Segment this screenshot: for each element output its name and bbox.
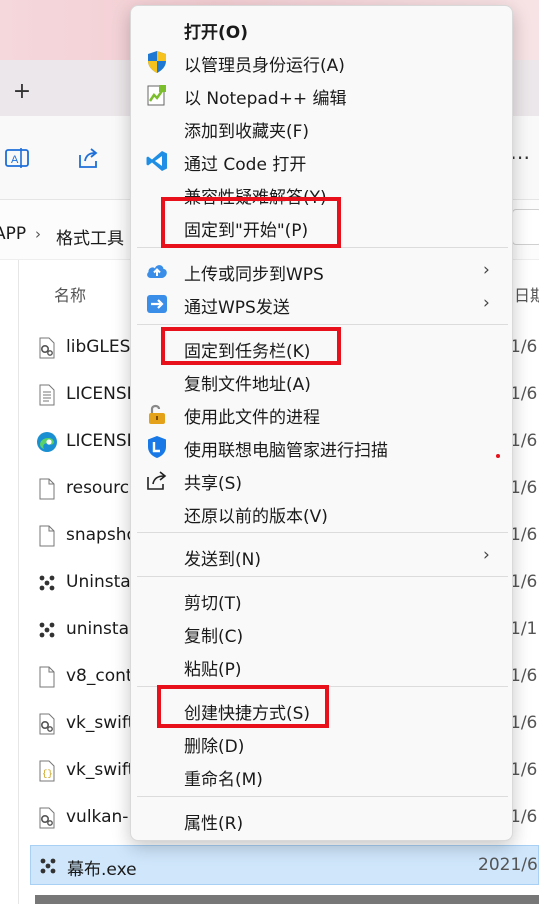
menu-item-13[interactable]: 使用联想电脑管家进行扫描 — [131, 430, 514, 463]
edge-icon — [36, 431, 58, 453]
chevron-right-icon: › — [483, 545, 490, 565]
file-date: 1/6 — [510, 666, 538, 686]
file-name: 幕布.exe — [67, 860, 137, 880]
menu-item-3[interactable]: 以 Notepad++ 编辑 — [131, 78, 514, 111]
file-date: 1/1 — [510, 619, 538, 639]
file-name: LICENSE — [66, 431, 138, 451]
menu-item-label: 共享(S) — [184, 474, 243, 494]
menu-item-15[interactable]: 还原以前的版本(V) — [131, 496, 514, 529]
highlight-box — [161, 197, 341, 248]
menu-item-label: 以 Notepad++ 编辑 — [184, 89, 347, 109]
breadcrumb-format-tools[interactable]: 格式工具 — [56, 224, 124, 249]
menu-item-9[interactable]: 通过WPS发送 › — [131, 287, 514, 320]
chevron-right-icon: › — [483, 260, 490, 280]
file-date: 1/6 — [510, 713, 538, 733]
lenovo-shield-icon — [145, 435, 169, 459]
blank-file-icon — [36, 478, 58, 500]
menu-item-label: 添加到收藏夹(F) — [184, 122, 310, 142]
menu-item-label: 通过 Code 打开 — [184, 155, 307, 175]
file-date: 1/6 — [510, 478, 538, 498]
menu-item-14[interactable]: 共享(S) — [131, 463, 514, 496]
menu-item-label: 属性(R) — [184, 814, 244, 834]
menu-item-label: 重命名(M) — [184, 770, 263, 790]
menu-item-22[interactable]: 重命名(M) — [131, 759, 514, 792]
breadcrumb-app[interactable]: APP — [0, 224, 26, 244]
highlight-box — [157, 685, 329, 728]
highlight-box — [161, 327, 341, 365]
breadcrumb-separator: › — [35, 225, 41, 243]
app-exe-icon — [36, 619, 58, 641]
text-file-icon — [36, 384, 58, 406]
svg-text:A: A — [11, 154, 19, 166]
menu-item-8[interactable]: 上传或同步到WPS › — [131, 254, 514, 287]
menu-separator — [137, 532, 508, 533]
file-date: 1/6 — [510, 525, 538, 545]
menu-item-label: 复制文件地址(A) — [184, 375, 311, 395]
notepadpp-icon — [145, 83, 169, 107]
file-name: LICENSE — [66, 384, 138, 404]
menu-item-11[interactable]: 复制文件地址(A) — [131, 364, 514, 397]
menu-item-label: 通过WPS发送 — [184, 298, 290, 318]
share-icon — [145, 468, 169, 492]
context-menu: 打开(O) 以管理员身份运行(A) 以 Notepad++ 编辑 添加到收藏夹(F) 通… — [130, 5, 513, 841]
menu-item-label: 上传或同步到WPS — [184, 265, 324, 285]
menu-item-label: 以管理员身份运行(A) — [184, 56, 345, 76]
menu-item-label: 粘贴(P) — [184, 660, 242, 680]
uac-shield-icon — [145, 50, 169, 74]
dll-gear-icon — [36, 337, 58, 359]
blank-file-icon — [36, 525, 58, 547]
menu-item-label: 剪切(T) — [184, 594, 242, 614]
menu-separator — [137, 576, 508, 577]
menu-item-23[interactable]: 属性(R) — [131, 803, 514, 836]
menu-item-label: 使用此文件的进程 — [184, 408, 320, 428]
file-date: 1/6 — [510, 760, 538, 780]
file-date: 1/6 — [510, 572, 538, 592]
file-row[interactable]: 幕布.exe 2021/6 — [30, 845, 539, 885]
red-dot-mark — [496, 454, 500, 458]
menu-item-19[interactable]: 粘贴(P) — [131, 649, 514, 682]
file-date: 2021/6 — [478, 855, 538, 875]
search-box[interactable] — [512, 209, 539, 245]
menu-item-label: 删除(D) — [184, 737, 245, 757]
menu-item-1[interactable]: 打开(O) — [131, 12, 514, 45]
svg-text:{}: {} — [42, 769, 53, 779]
json-file-icon: {} — [36, 760, 58, 782]
menu-item-label: 使用联想电脑管家进行扫描 — [184, 441, 388, 461]
column-header-name[interactable]: 名称 — [54, 282, 86, 306]
column-header-date[interactable]: 日期 — [514, 282, 539, 306]
menu-item-21[interactable]: 删除(D) — [131, 726, 514, 759]
wps-send-icon — [145, 292, 169, 316]
dll-gear-icon — [36, 807, 58, 829]
menu-item-2[interactable]: 以管理员身份运行(A) — [131, 45, 514, 78]
menu-item-18[interactable]: 复制(C) — [131, 616, 514, 649]
menu-item-label: 打开(O) — [184, 23, 248, 43]
menu-item-17[interactable]: 剪切(T) — [131, 583, 514, 616]
vscode-icon — [145, 149, 169, 173]
file-date: 1/6 — [510, 337, 538, 357]
rename-icon[interactable]: A — [4, 145, 30, 171]
menu-separator — [137, 796, 508, 797]
new-tab-button[interactable]: + — [10, 80, 34, 104]
menu-item-16[interactable]: 发送到(N) › — [131, 539, 514, 572]
menu-item-label: 还原以前的版本(V) — [184, 507, 328, 527]
nav-pane-divider — [18, 260, 19, 904]
menu-item-12[interactable]: 使用此文件的进程 — [131, 397, 514, 430]
menu-item-label: 复制(C) — [184, 627, 244, 647]
wps-cloud-icon — [145, 259, 169, 283]
lock-icon — [145, 402, 169, 426]
share-icon[interactable] — [76, 145, 102, 171]
menu-item-5[interactable]: 通过 Code 打开 — [131, 144, 514, 177]
blank-file-icon — [36, 666, 58, 688]
menu-item-4[interactable]: 添加到收藏夹(F) — [131, 111, 514, 144]
dll-gear-icon — [36, 713, 58, 735]
menu-separator — [137, 324, 508, 325]
app-exe-icon — [37, 855, 59, 877]
chevron-right-icon: › — [483, 293, 490, 313]
menu-item-label: 发送到(N) — [184, 550, 261, 570]
file-date: 1/6 — [510, 431, 538, 451]
app-exe-icon — [36, 572, 58, 594]
file-date: 1/6 — [510, 807, 538, 827]
file-date: 1/6 — [510, 384, 538, 404]
horizontal-scrollbar[interactable] — [35, 895, 539, 904]
